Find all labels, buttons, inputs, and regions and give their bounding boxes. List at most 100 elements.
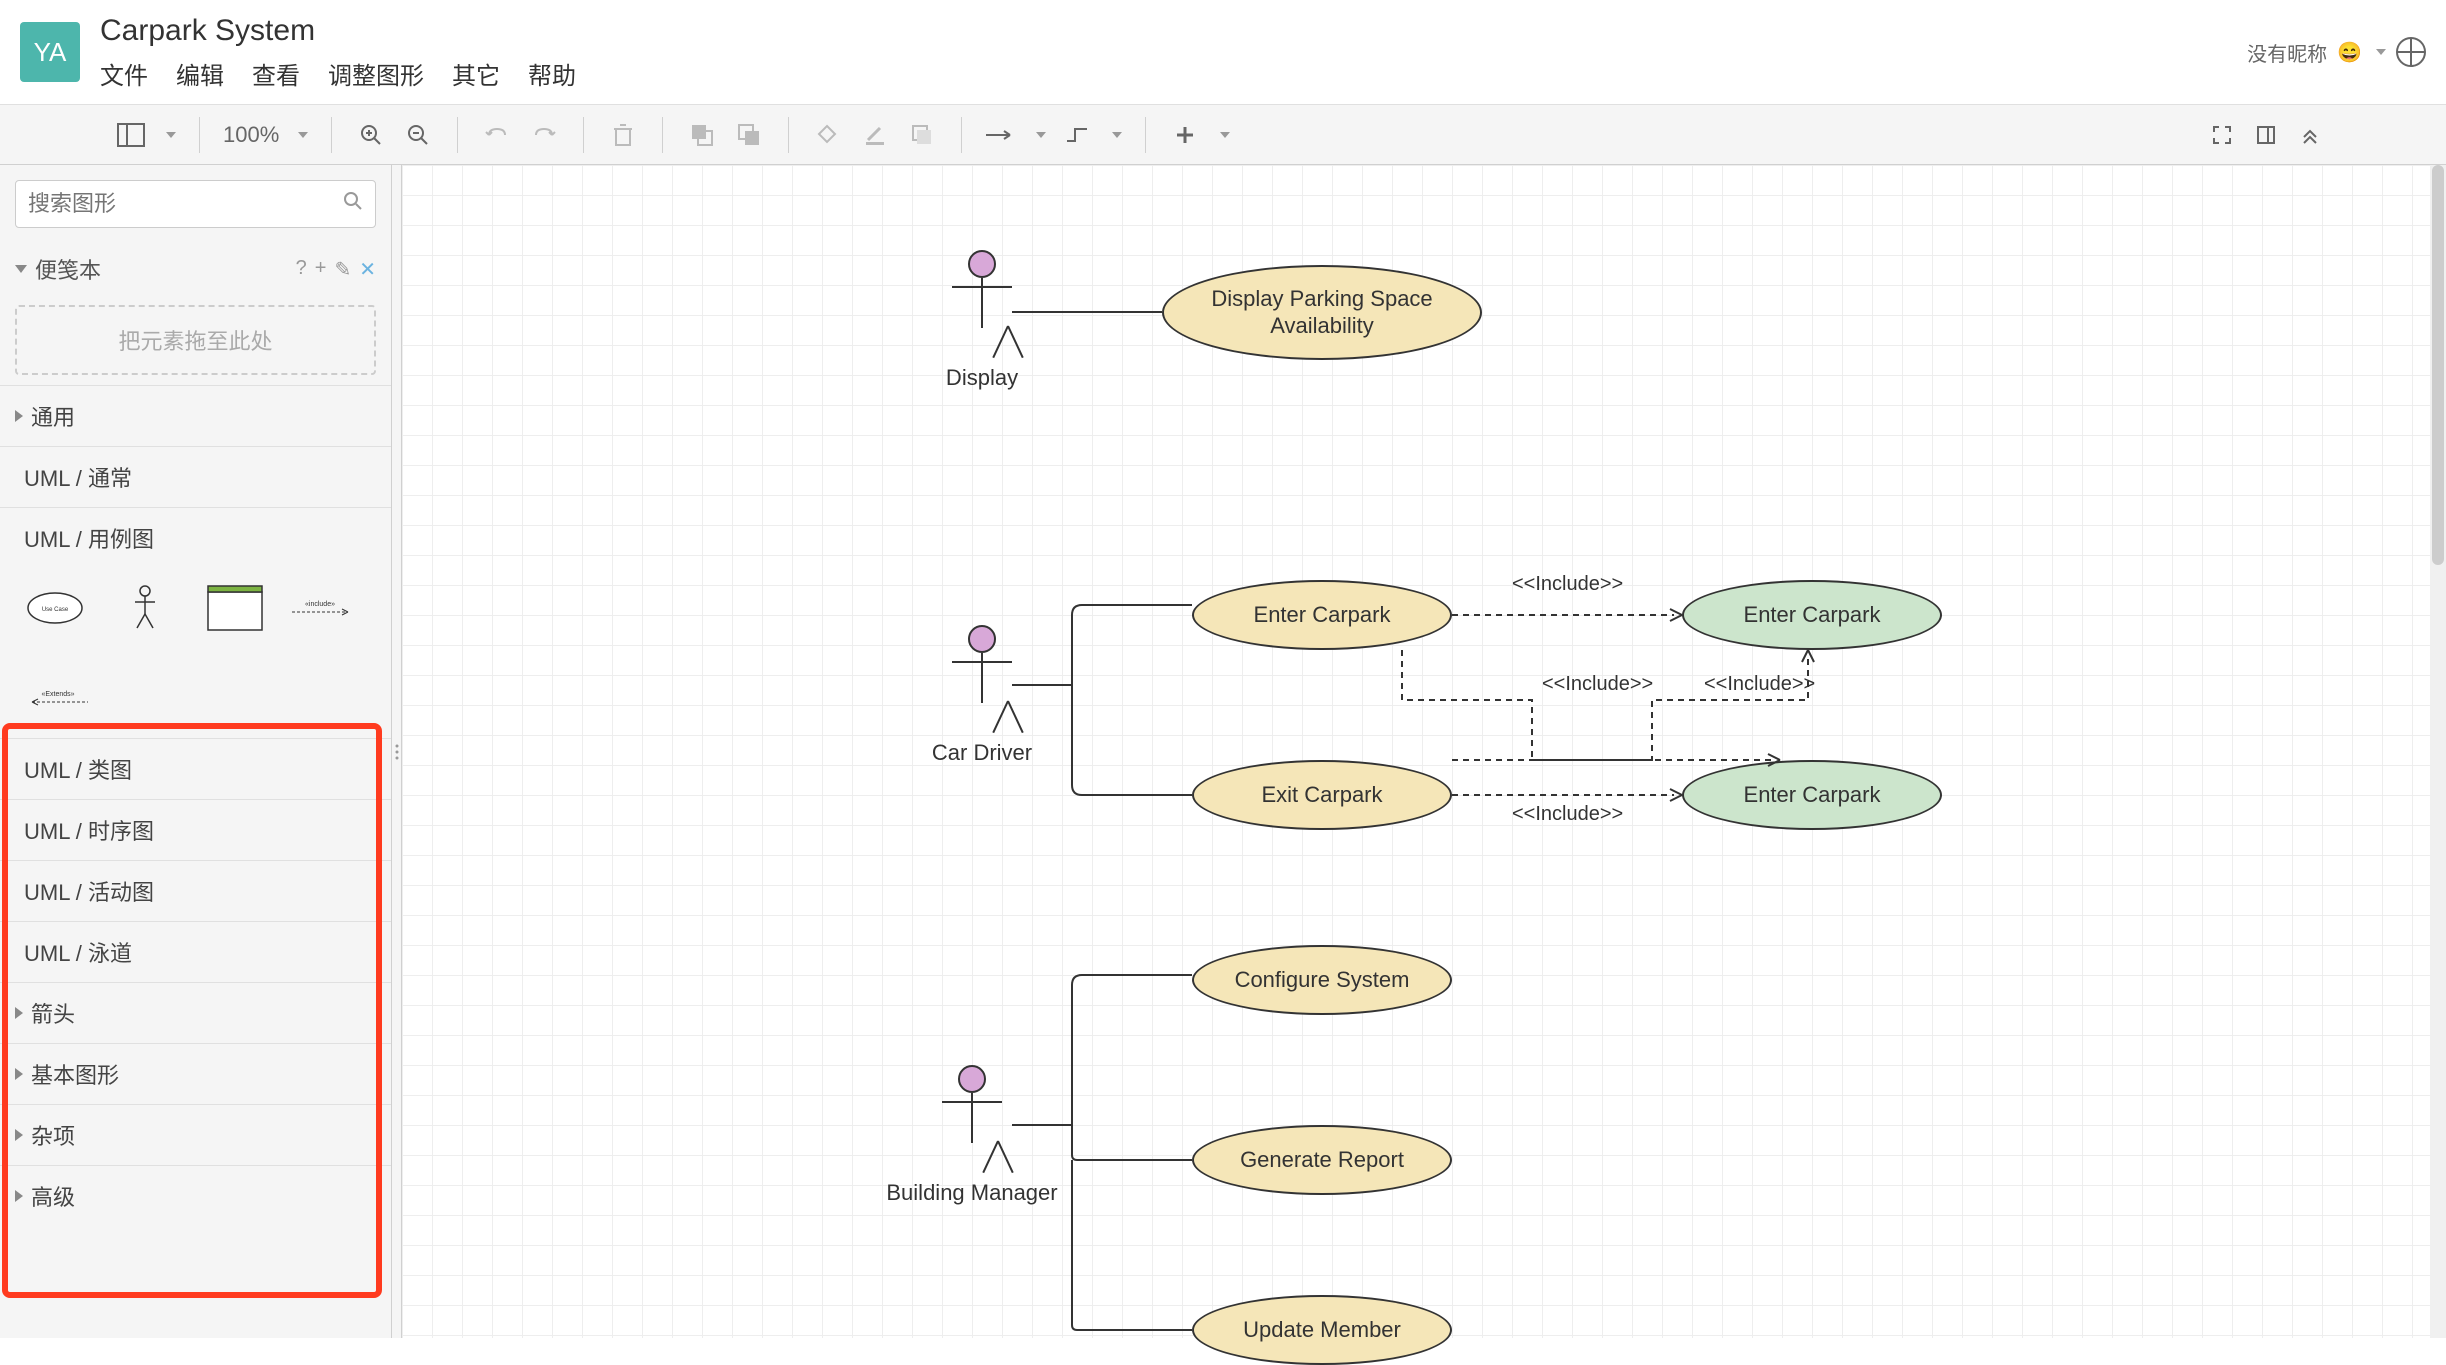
category-uml-usecase[interactable]: UML / 用例图	[0, 507, 391, 568]
insert-button[interactable]	[1169, 119, 1201, 151]
category-uml-class[interactable]: UML / 类图	[0, 738, 391, 799]
caret-right-icon	[15, 1007, 23, 1019]
palette-actor-shape[interactable]	[110, 583, 180, 633]
palette-extends-arrow[interactable]: «Extends»	[20, 673, 90, 723]
waypoint-icon	[1065, 125, 1089, 145]
palette-package-shape[interactable]	[200, 583, 270, 633]
insert-dropdown-icon[interactable]	[1220, 132, 1230, 138]
redo-icon	[532, 125, 556, 145]
category-label: 基本图形	[31, 1058, 119, 1090]
format-panel-icon	[2256, 125, 2276, 145]
menu-help[interactable]: 帮助	[528, 56, 576, 91]
redo-button[interactable]	[528, 119, 560, 151]
usecase-exit-carpark[interactable]: Exit Carpark	[1192, 760, 1452, 830]
close-icon[interactable]: ✕	[359, 257, 376, 282]
waypoint-dropdown-icon[interactable]	[1112, 132, 1122, 138]
scratchpad-dropzone[interactable]: 把元素拖至此处	[15, 305, 376, 375]
search-icon[interactable]	[343, 191, 363, 217]
menu-edit[interactable]: 编辑	[176, 56, 224, 91]
category-misc[interactable]: 杂项	[0, 1104, 391, 1165]
actor-car-driver[interactable]: Car Driver	[952, 625, 1012, 703]
add-icon[interactable]: +	[315, 257, 327, 282]
category-uml-swimlane[interactable]: UML / 泳道	[0, 921, 391, 982]
zoom-out-icon	[407, 124, 429, 146]
usecase-update-member[interactable]: Update Member	[1192, 1295, 1452, 1365]
actor-display[interactable]: Display	[952, 250, 1012, 328]
collapse-button[interactable]	[2294, 119, 2326, 151]
line-color-button[interactable]	[859, 119, 891, 151]
shapes-sidebar: 便笺本 ? + ✎ ✕ 把元素拖至此处 通用 UML / 通常 UML / 用例…	[0, 165, 392, 1338]
search-box[interactable]	[15, 180, 376, 228]
connector	[1012, 310, 1162, 314]
category-basic-shapes[interactable]: 基本图形	[0, 1043, 391, 1104]
svg-text:«include»: «include»	[305, 601, 335, 608]
waypoint-button[interactable]	[1061, 119, 1093, 151]
shadow-button[interactable]	[906, 119, 938, 151]
user-dropdown-icon[interactable]	[2376, 49, 2386, 55]
zoom-level[interactable]: 100%	[223, 122, 279, 148]
app-logo[interactable]: YA	[20, 22, 80, 82]
connection-dropdown-icon[interactable]	[1036, 132, 1046, 138]
usecase-generate-report[interactable]: Generate Report	[1192, 1125, 1452, 1195]
menu-extras[interactable]: 其它	[452, 56, 500, 91]
connection-button[interactable]	[985, 119, 1017, 151]
view-mode-button[interactable]	[115, 119, 147, 151]
include-label: <<Include>>	[1512, 573, 1623, 596]
trash-icon	[613, 123, 633, 147]
category-general[interactable]: 通用	[0, 385, 391, 446]
plus-icon	[1175, 125, 1195, 145]
usecase-enter-carpark-include-2[interactable]: Enter Carpark	[1682, 760, 1942, 830]
actor-building-manager[interactable]: Building Manager	[942, 1065, 1002, 1143]
scrollbar-thumb[interactable]	[2432, 165, 2444, 565]
usecase-enter-carpark[interactable]: Enter Carpark	[1192, 580, 1452, 650]
include-connector	[1452, 793, 1682, 797]
usecase-display-parking[interactable]: Display Parking Space Availability	[1162, 265, 1482, 360]
delete-button[interactable]	[607, 119, 639, 151]
fullscreen-icon	[2212, 125, 2232, 145]
app-title: Carpark System	[100, 14, 2247, 48]
canvas[interactable]: Display Display Parking Space Availabili…	[402, 165, 2446, 1338]
fill-color-button[interactable]	[812, 119, 844, 151]
category-label: 通用	[31, 400, 75, 432]
caret-right-icon	[15, 1068, 23, 1080]
category-uml-sequence[interactable]: UML / 时序图	[0, 799, 391, 860]
menu-view[interactable]: 查看	[252, 56, 300, 91]
palette-usecase-shape[interactable]: Use Case	[20, 583, 90, 633]
include-connector	[1452, 650, 1822, 765]
caret-right-icon	[15, 1129, 23, 1141]
zoom-out-button[interactable]	[402, 119, 434, 151]
format-panel-button[interactable]	[2250, 119, 2282, 151]
view-dropdown-icon[interactable]	[166, 132, 176, 138]
caret-down-icon	[15, 265, 27, 273]
palette-include-arrow[interactable]: «include»	[290, 583, 360, 633]
scratchpad-header[interactable]: 便笺本 ? + ✎ ✕	[0, 243, 391, 295]
sidebar-toggle-icon	[117, 123, 145, 147]
help-icon[interactable]: ?	[296, 257, 307, 282]
to-front-button[interactable]	[686, 119, 718, 151]
category-label: 杂项	[31, 1119, 75, 1151]
undo-button[interactable]	[481, 119, 513, 151]
category-uml-activity[interactable]: UML / 活动图	[0, 860, 391, 921]
menu-arrange[interactable]: 调整图形	[328, 56, 424, 91]
edit-icon[interactable]: ✎	[334, 257, 351, 282]
menu-file[interactable]: 文件	[100, 56, 148, 91]
sidebar-splitter[interactable]	[392, 165, 402, 1338]
category-label: UML / 用例图	[24, 522, 154, 554]
zoom-dropdown-icon[interactable]	[298, 132, 308, 138]
include-label: <<Include>>	[1542, 673, 1653, 696]
vertical-scrollbar[interactable]	[2430, 165, 2446, 1338]
usecase-configure-system[interactable]: Configure System	[1192, 945, 1452, 1015]
fullscreen-button[interactable]	[2206, 119, 2238, 151]
category-uml-common[interactable]: UML / 通常	[0, 446, 391, 507]
connector	[1012, 605, 1202, 805]
category-arrows[interactable]: 箭头	[0, 982, 391, 1043]
to-front-icon	[690, 123, 714, 147]
usecase-enter-carpark-include-1[interactable]: Enter Carpark	[1682, 580, 1942, 650]
caret-right-icon	[15, 410, 23, 422]
category-label: UML / 活动图	[24, 875, 154, 907]
search-input[interactable]	[28, 191, 343, 217]
zoom-in-button[interactable]	[355, 119, 387, 151]
language-icon[interactable]	[2396, 37, 2426, 67]
to-back-button[interactable]	[733, 119, 765, 151]
category-advanced[interactable]: 高级	[0, 1165, 391, 1226]
